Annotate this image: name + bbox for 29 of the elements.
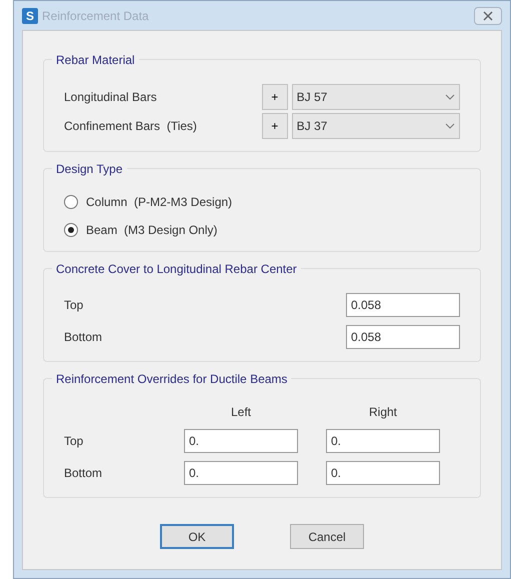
input-field[interactable]: 0.: [326, 429, 440, 453]
add-button[interactable]: +: [262, 84, 288, 110]
app-logo: S: [22, 8, 38, 24]
dialog-button[interactable]: Cancel: [290, 524, 364, 549]
field-label: Bottom: [64, 465, 104, 482]
dialog-button[interactable]: OK: [160, 524, 234, 549]
field-label: Top: [64, 297, 84, 314]
input-field[interactable]: 0.: [184, 429, 298, 453]
input-field[interactable]: 0.058: [346, 293, 460, 317]
input-field[interactable]: 0.: [184, 461, 298, 485]
column-header: Right: [368, 404, 397, 421]
material-dropdown[interactable]: BJ 37: [292, 113, 460, 139]
field-label: Bottom: [64, 329, 102, 346]
field-label: Longitudinal Bars: [64, 89, 158, 106]
close-button[interactable]: [474, 6, 502, 24]
close-icon: [483, 10, 493, 20]
material-dropdown[interactable]: BJ 57: [292, 84, 460, 110]
input-field[interactable]: 0.058: [346, 325, 460, 349]
add-button[interactable]: +: [262, 113, 288, 139]
field-label: Top: [64, 433, 84, 450]
chevron-down-icon: [445, 123, 455, 129]
field-label: Confinement Bars (Ties): [64, 118, 198, 135]
radio-button[interactable]: [64, 195, 78, 209]
column-header: Left: [230, 404, 251, 421]
chevron-down-icon: [445, 94, 455, 100]
radio-label: Column (P-M2-M3 Design): [86, 194, 232, 211]
radio-label: Beam (M3 Design Only): [86, 222, 218, 239]
input-field[interactable]: 0.: [326, 461, 440, 485]
radio-button[interactable]: [64, 223, 78, 237]
